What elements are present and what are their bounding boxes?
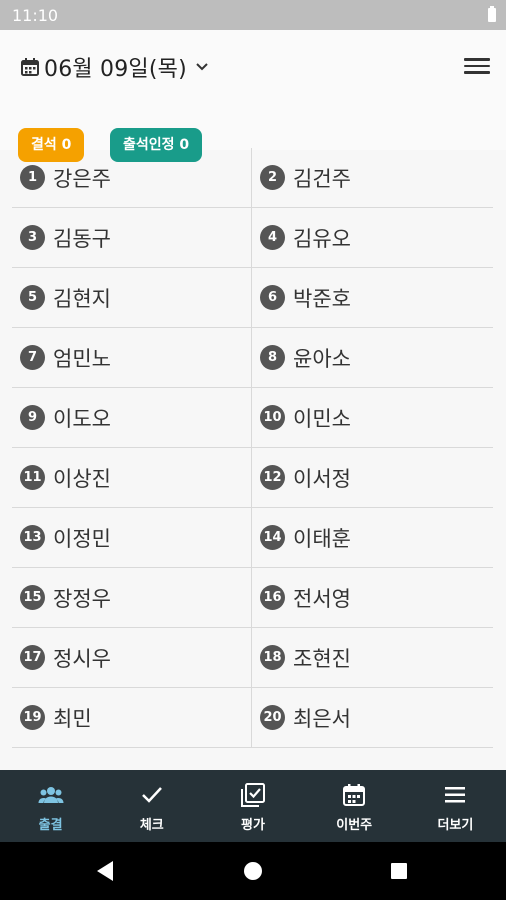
student-number-badge: 12 [260,465,285,490]
tab-attendance-label: 출결 [38,818,63,833]
student-name: 김유오 [293,226,351,251]
battery-icon [488,6,496,22]
student-number-badge: 18 [260,645,285,670]
student-number-badge: 9 [20,405,45,430]
student-number-badge: 2 [260,165,285,190]
tab-evaluation[interactable]: 평가 [202,770,303,842]
student-list[interactable]: 1 강은주 2 김건주 3 김동구 4 김유오 5 김현지 6 박준호 7 엄민노 8 윤아소 9 이도오 10 이민… [12,148,494,770]
student-number-badge: 13 [20,525,45,550]
menu-icon[interactable] [464,54,490,76]
home-icon[interactable] [244,862,262,880]
student-name: 김건주 [293,166,351,191]
tab-this-week[interactable]: 이번주 [304,770,405,842]
tab-attendance[interactable]: 출결 [0,770,101,842]
back-icon[interactable] [97,861,113,881]
student-name: 최은서 [293,706,351,731]
student-number-badge: 3 [20,225,45,250]
student-name: 이태훈 [293,526,351,551]
student-cell[interactable]: 4 김유오 [252,208,493,268]
student-cell[interactable]: 12 이서정 [252,448,493,508]
student-cell[interactable]: 11 이상진 [12,448,252,508]
student-number-badge: 14 [260,525,285,550]
tab-check-label: 체크 [139,818,164,833]
student-name: 윤아소 [293,346,351,371]
student-name: 김현지 [53,286,111,311]
status-time: 11:10 [12,6,59,25]
student-cell[interactable]: 13 이정민 [12,508,252,568]
tab-evaluation-label: 평가 [241,818,265,833]
checkbox-icon [241,783,265,807]
student-cell[interactable]: 20 최은서 [252,688,493,748]
tab-check[interactable]: 체크 [101,770,202,842]
student-cell[interactable]: 15 장정우 [12,568,252,628]
student-name: 김동구 [53,226,111,251]
student-cell[interactable]: 5 김현지 [12,268,252,328]
date-label: 06월 09일(목) [44,57,187,82]
header: 06월 09일(목) 결석 0 출석인정 0 [0,30,506,162]
student-number-badge: 10 [260,405,285,430]
student-cell[interactable]: 19 최민 [12,688,252,748]
student-cell[interactable]: 2 김건주 [252,148,493,208]
student-number-badge: 7 [20,345,45,370]
student-number-badge: 4 [260,225,285,250]
student-name: 전서영 [293,586,351,611]
date-selector[interactable]: 06월 09일(목) [20,52,209,82]
student-name: 최민 [53,706,92,731]
student-number-badge: 5 [20,285,45,310]
menu-icon [445,787,466,803]
student-cell[interactable]: 7 엄민노 [12,328,252,388]
student-grid: 1 강은주 2 김건주 3 김동구 4 김유오 5 김현지 6 박준호 7 엄민노 8 윤아소 9 이도오 10 이민… [12,148,494,748]
student-name: 이정민 [53,526,111,551]
student-cell[interactable]: 1 강은주 [12,148,252,208]
student-cell[interactable]: 8 윤아소 [252,328,493,388]
status-bar: 11:10 [0,0,506,30]
student-cell[interactable]: 3 김동구 [12,208,252,268]
bottom-navigation: 출결 체크 평가 이번주 더보기 [0,770,506,842]
student-number-badge: 11 [20,465,45,490]
student-name: 이서정 [293,466,351,491]
student-number-badge: 15 [20,585,45,610]
student-number-badge: 1 [20,165,45,190]
calendar-icon [343,784,366,806]
student-name: 정시우 [53,646,111,671]
student-cell[interactable]: 6 박준호 [252,268,493,328]
student-number-badge: 6 [260,285,285,310]
student-number-badge: 17 [20,645,45,670]
tab-more[interactable]: 더보기 [405,770,506,842]
student-cell[interactable]: 16 전서영 [252,568,493,628]
chevron-down-icon [196,63,208,71]
student-number-badge: 20 [260,705,285,730]
student-cell[interactable]: 10 이민소 [252,388,493,448]
student-number-badge: 16 [260,585,285,610]
student-name: 엄민노 [53,346,111,371]
student-name: 장정우 [53,586,111,611]
student-name: 이민소 [293,406,351,431]
student-name: 조현진 [293,646,351,671]
student-number-badge: 8 [260,345,285,370]
student-name: 이도오 [53,406,111,431]
student-cell[interactable]: 14 이태훈 [252,508,493,568]
student-cell[interactable]: 17 정시우 [12,628,252,688]
student-cell[interactable]: 9 이도오 [12,388,252,448]
student-cell[interactable]: 18 조현진 [252,628,493,688]
check-icon [141,787,162,803]
people-icon [38,787,64,803]
system-navigation-bar [0,842,506,900]
tab-this-week-label: 이번주 [336,818,373,833]
tab-more-label: 더보기 [437,818,474,833]
student-name: 이상진 [53,466,111,491]
calendar-small-icon [21,58,39,76]
student-name: 박준호 [293,286,351,311]
recent-apps-icon[interactable] [391,863,407,879]
student-number-badge: 19 [20,705,45,730]
student-name: 강은주 [53,166,111,191]
